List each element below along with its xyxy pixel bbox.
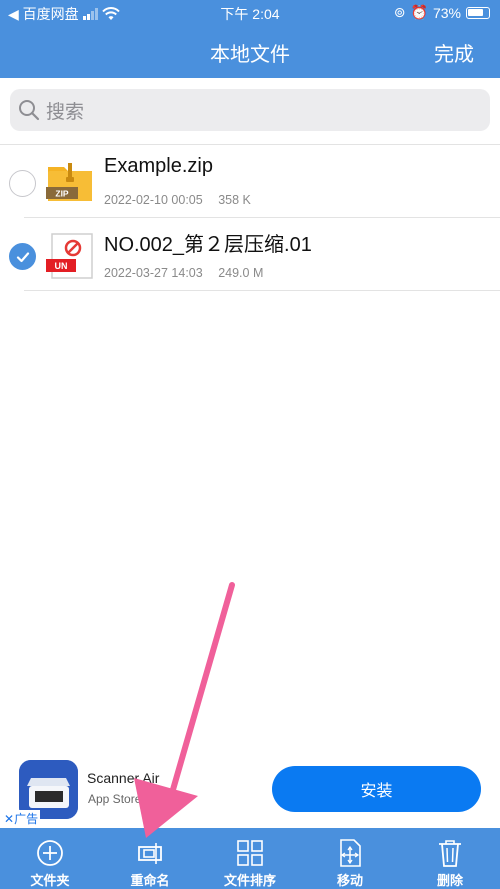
- ad-label[interactable]: ✕广告: [2, 810, 41, 827]
- ad-tag-text: 广告: [14, 812, 39, 826]
- done-button[interactable]: 完成: [434, 38, 474, 67]
- un-badge: UN: [55, 261, 68, 271]
- toolbar-label: 重命名: [130, 873, 170, 888]
- move-button[interactable]: 移动: [300, 828, 400, 889]
- bottom-toolbar: 文件夹 重命名 文件排序 移动 删除: [0, 828, 500, 889]
- toolbar-label: 移动: [336, 873, 363, 888]
- search-input[interactable]: 搜索: [10, 89, 490, 131]
- trash-icon: [439, 840, 461, 867]
- orientation-lock-icon: ⊚: [393, 4, 406, 20]
- file-row[interactable]: UN NO.002_第２层压缩.01 2022-03-27 14:03 249.…: [9, 218, 500, 291]
- file-list: ZIP Example.zip 2022-02-10 00:05 358 K U…: [0, 144, 500, 291]
- battery-icon: [466, 6, 490, 19]
- file-name: Example.zip: [104, 155, 213, 177]
- new-folder-button[interactable]: 文件夹: [0, 828, 100, 889]
- unknown-file-icon: UN: [46, 233, 93, 279]
- toolbar-label: 删除: [436, 873, 463, 888]
- toolbar-label: 文件排序: [223, 873, 276, 888]
- file-date: 2022-02-10 00:05: [104, 193, 203, 207]
- delete-button[interactable]: 删除: [400, 828, 500, 889]
- search-icon: [19, 100, 40, 121]
- sort-files-button[interactable]: 文件排序: [200, 828, 300, 889]
- close-ad-icon[interactable]: ✕: [4, 812, 14, 826]
- plus-circle-icon: [37, 840, 63, 866]
- select-radio[interactable]: [9, 170, 36, 197]
- search-placeholder: 搜索: [46, 101, 85, 123]
- search-bar: 搜索: [0, 78, 500, 144]
- battery-percent: 73%: [432, 4, 461, 21]
- install-button[interactable]: 安装: [272, 766, 481, 812]
- page-title: 本地文件: [210, 44, 290, 66]
- rename-icon: [138, 843, 162, 864]
- move-icon: [340, 839, 361, 867]
- ad-app-name: Scanner Air: [87, 770, 160, 786]
- ad-store: App Store: [88, 792, 142, 806]
- zip-badge: ZIP: [55, 189, 69, 199]
- file-name: NO.002_第２层压缩.01: [104, 234, 312, 256]
- zip-file-icon: ZIP: [46, 163, 92, 201]
- status-bar: ◀ 百度网盘 下午 2:04 ⊚ ⏰ 73%: [0, 0, 500, 24]
- grid-icon: [237, 840, 263, 866]
- file-meta: 2022-03-27 14:03 249.0 M: [104, 266, 263, 280]
- file-size: 358 K: [218, 193, 251, 207]
- header: ◀ 百度网盘 下午 2:04 ⊚ ⏰ 73% 本地文件 完成: [0, 0, 500, 78]
- file-date: 2022-03-27 14:03: [104, 266, 203, 280]
- alarm-icon: ⏰: [410, 4, 428, 20]
- checkmark-icon: [16, 251, 29, 262]
- ad-banner[interactable]: Scanner Air App Store 安装 ✕广告: [0, 752, 500, 828]
- file-row[interactable]: ZIP Example.zip 2022-02-10 00:05 358 K: [9, 145, 500, 218]
- file-size: 249.0 M: [218, 266, 264, 280]
- select-radio-checked[interactable]: [9, 243, 36, 270]
- file-meta: 2022-02-10 00:05 358 K: [104, 193, 251, 207]
- toolbar-label: 文件夹: [30, 873, 70, 888]
- rename-button[interactable]: 重命名: [100, 828, 200, 889]
